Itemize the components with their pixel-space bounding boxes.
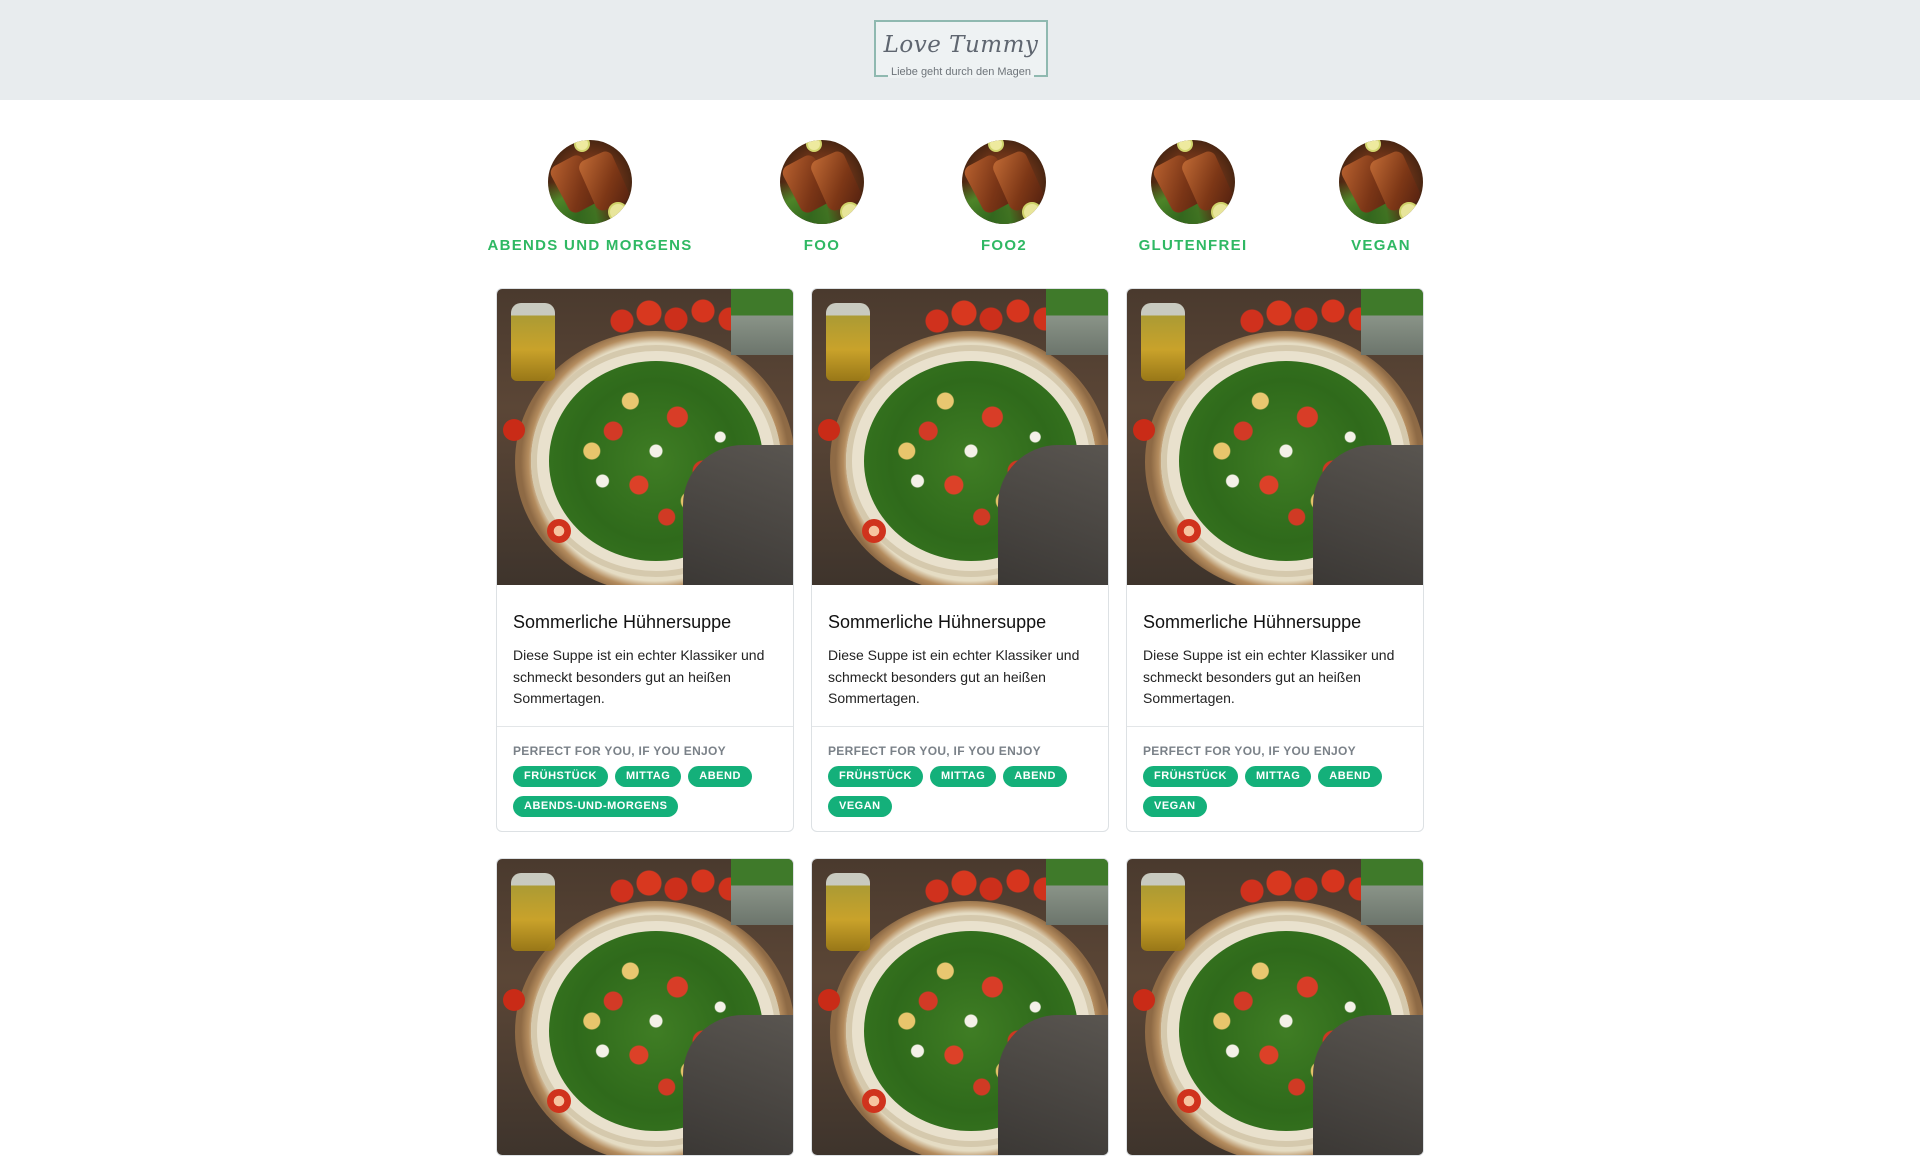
footer-label: PERFECT FOR YOU, IF YOU ENJOY	[513, 743, 726, 758]
logo-title: Love Tummy	[883, 32, 1039, 58]
recipe-card-footer: PERFECT FOR YOU, IF YOU ENJOY FRÜHSTÜCK …	[812, 727, 1108, 831]
site-logo[interactable]: Love Tummy Liebe geht durch den Magen	[874, 20, 1048, 78]
recipe-card[interactable]	[1126, 858, 1424, 1156]
recipe-image[interactable]	[1127, 859, 1423, 1155]
category-label: VEGAN	[1351, 237, 1411, 254]
recipe-card[interactable]	[811, 858, 1109, 1156]
tag-list: FRÜHSTÜCK MITTAG ABEND VEGAN	[1143, 765, 1407, 817]
tag-badge[interactable]: FRÜHSTÜCK	[1143, 765, 1238, 787]
tag-badge[interactable]: FRÜHSTÜCK	[513, 765, 608, 787]
category-item[interactable]: FOO2	[894, 140, 1114, 254]
tag-badge[interactable]: MITTAG	[929, 765, 997, 787]
recipe-description: Diese Suppe ist ein echter Klassiker und…	[513, 647, 765, 706]
recipe-card-body: Sommerliche Hühnersuppe Diese Suppe ist …	[812, 585, 1108, 727]
footer-label: PERFECT FOR YOU, IF YOU ENJOY	[1143, 743, 1356, 758]
tag-badge[interactable]: FRÜHSTÜCK	[828, 765, 923, 787]
tag-badge[interactable]: VEGAN	[1143, 795, 1207, 817]
tag-badge[interactable]: VEGAN	[828, 795, 892, 817]
recipe-card[interactable]: Sommerliche Hühnersuppe Diese Suppe ist …	[1126, 288, 1424, 832]
recipe-card[interactable]: Sommerliche Hühnersuppe Diese Suppe ist …	[811, 288, 1109, 832]
footer-label: PERFECT FOR YOU, IF YOU ENJOY	[828, 743, 1041, 758]
category-label: GLUTENFREI	[1138, 237, 1248, 254]
recipe-image[interactable]	[812, 859, 1108, 1155]
category-item[interactable]: ABENDS UND MORGENS	[480, 140, 700, 254]
recipe-image[interactable]	[497, 859, 793, 1155]
recipe-image[interactable]	[1127, 289, 1423, 585]
recipe-title[interactable]: Sommerliche Hühnersuppe	[513, 611, 777, 633]
tag-badge[interactable]: MITTAG	[1244, 765, 1312, 787]
category-image	[962, 140, 1046, 224]
category-image	[780, 140, 864, 224]
recipe-title[interactable]: Sommerliche Hühnersuppe	[1143, 611, 1407, 633]
recipe-image[interactable]	[812, 289, 1108, 585]
tag-badge[interactable]: ABENDS-UND-MORGENS	[513, 795, 679, 817]
category-item[interactable]: VEGAN	[1271, 140, 1491, 254]
recipe-description: Diese Suppe ist ein echter Klassiker und…	[828, 647, 1080, 706]
category-image	[548, 140, 632, 224]
recipe-image[interactable]	[497, 289, 793, 585]
recipe-description: Diese Suppe ist ein echter Klassiker und…	[1143, 647, 1395, 706]
category-item[interactable]: GLUTENFREI	[1083, 140, 1303, 254]
tag-badge[interactable]: MITTAG	[614, 765, 682, 787]
tag-list: FRÜHSTÜCK MITTAG ABEND ABENDS-UND-MORGEN…	[513, 765, 777, 817]
tag-list: FRÜHSTÜCK MITTAG ABEND VEGAN	[828, 765, 1092, 817]
recipe-card[interactable]: Sommerliche Hühnersuppe Diese Suppe ist …	[496, 288, 794, 832]
logo-subtitle: Liebe geht durch den Magen	[887, 66, 1035, 78]
tag-badge[interactable]: ABEND	[688, 765, 752, 787]
recipe-card[interactable]	[496, 858, 794, 1156]
category-image	[1151, 140, 1235, 224]
tag-badge[interactable]: ABEND	[1318, 765, 1382, 787]
category-label: ABENDS UND MORGENS	[487, 237, 693, 254]
site-header: Love Tummy Liebe geht durch den Magen	[0, 0, 1920, 100]
tag-badge[interactable]: ABEND	[1003, 765, 1067, 787]
category-label: FOO2	[980, 237, 1028, 254]
recipe-card-footer: PERFECT FOR YOU, IF YOU ENJOY FRÜHSTÜCK …	[1127, 727, 1423, 831]
recipe-card-footer: PERFECT FOR YOU, IF YOU ENJOY FRÜHSTÜCK …	[497, 727, 793, 831]
recipe-card-body: Sommerliche Hühnersuppe Diese Suppe ist …	[497, 585, 793, 727]
recipe-card-body: Sommerliche Hühnersuppe Diese Suppe ist …	[1127, 585, 1423, 727]
recipe-title[interactable]: Sommerliche Hühnersuppe	[828, 611, 1092, 633]
category-nav: ABENDS UND MORGENS FOO FOO2 GLUTENFREI V…	[0, 140, 1920, 260]
category-image	[1339, 140, 1423, 224]
